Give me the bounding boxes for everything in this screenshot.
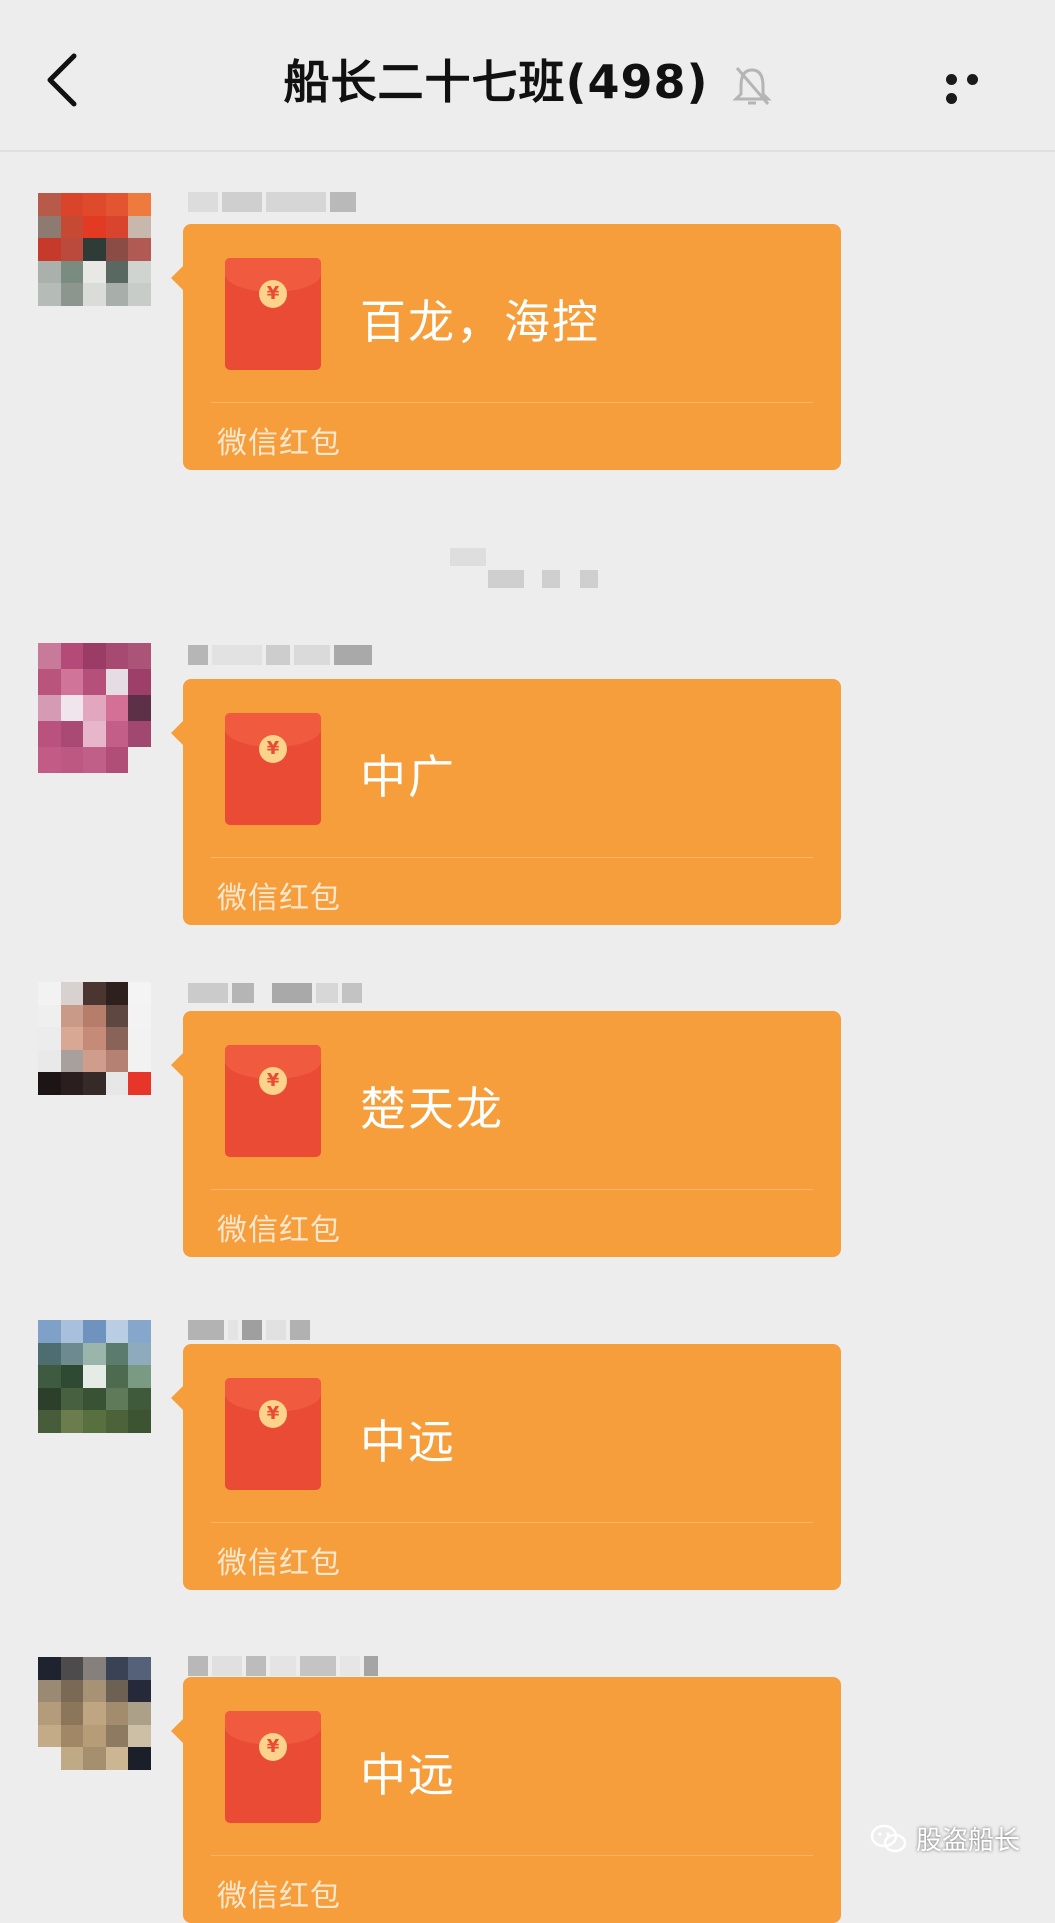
red-envelope-message: 中远 (360, 1748, 456, 1802)
red-envelope-message: 百龙，海控 (360, 295, 600, 349)
more-icon[interactable] (946, 70, 1006, 104)
red-envelope-bubble[interactable]: ¥ 中广 微信红包 (171, 679, 841, 925)
red-envelope-icon: ¥ (225, 1045, 321, 1157)
red-envelope-bubble[interactable]: ¥ 百龙，海控 微信红包 (171, 224, 841, 470)
red-envelope-bubble[interactable]: ¥ 楚天龙 微信红包 (171, 1011, 841, 1257)
red-envelope-label: 微信红包 (217, 881, 341, 916)
avatar[interactable] (38, 643, 151, 773)
red-envelope-bubble[interactable]: ¥ 中远 微信红包 (171, 1677, 841, 1923)
bubble-divider (211, 1189, 813, 1190)
chat-header: 船长二十七班(498) (0, 0, 1055, 152)
red-envelope-message: 楚天龙 (360, 1082, 504, 1136)
red-envelope-label: 微信红包 (217, 1879, 341, 1914)
red-envelope-message: 中广 (360, 750, 456, 804)
red-envelope-icon: ¥ (225, 713, 321, 825)
avatar[interactable] (38, 1657, 151, 1770)
avatar[interactable] (38, 193, 151, 306)
red-envelope-icon: ¥ (225, 1711, 321, 1823)
sender-name-blurred (188, 1656, 378, 1678)
chat-title-wrap: 船长二十七班(498) (0, 46, 1055, 112)
avatar[interactable] (38, 1320, 151, 1433)
sender-name-blurred (188, 645, 372, 667)
avatar[interactable] (38, 982, 151, 1095)
red-envelope-icon: ¥ (225, 1378, 321, 1490)
sender-name-blurred (188, 192, 356, 214)
chat-title: 船长二十七班(498) (283, 55, 709, 109)
watermark-text: 股盗船长 (916, 1826, 1021, 1856)
wechat-icon (870, 1824, 907, 1852)
bubble-divider (211, 1855, 813, 1856)
red-envelope-message: 中远 (360, 1415, 456, 1469)
red-envelope-label: 微信红包 (217, 1213, 341, 1248)
mute-bell-icon (731, 66, 772, 105)
red-envelope-icon: ¥ (225, 258, 321, 370)
bubble-divider (211, 857, 813, 858)
sender-name-blurred (188, 983, 362, 1005)
red-envelope-label: 微信红包 (217, 1546, 341, 1581)
sender-name-blurred (188, 1320, 310, 1342)
red-envelope-bubble[interactable]: ¥ 中远 微信红包 (171, 1344, 841, 1590)
red-envelope-label: 微信红包 (217, 426, 341, 461)
system-message-blurred (450, 548, 610, 588)
bubble-divider (211, 402, 813, 403)
watermark: 股盗船长 (870, 1820, 1020, 1857)
bubble-divider (211, 1522, 813, 1523)
